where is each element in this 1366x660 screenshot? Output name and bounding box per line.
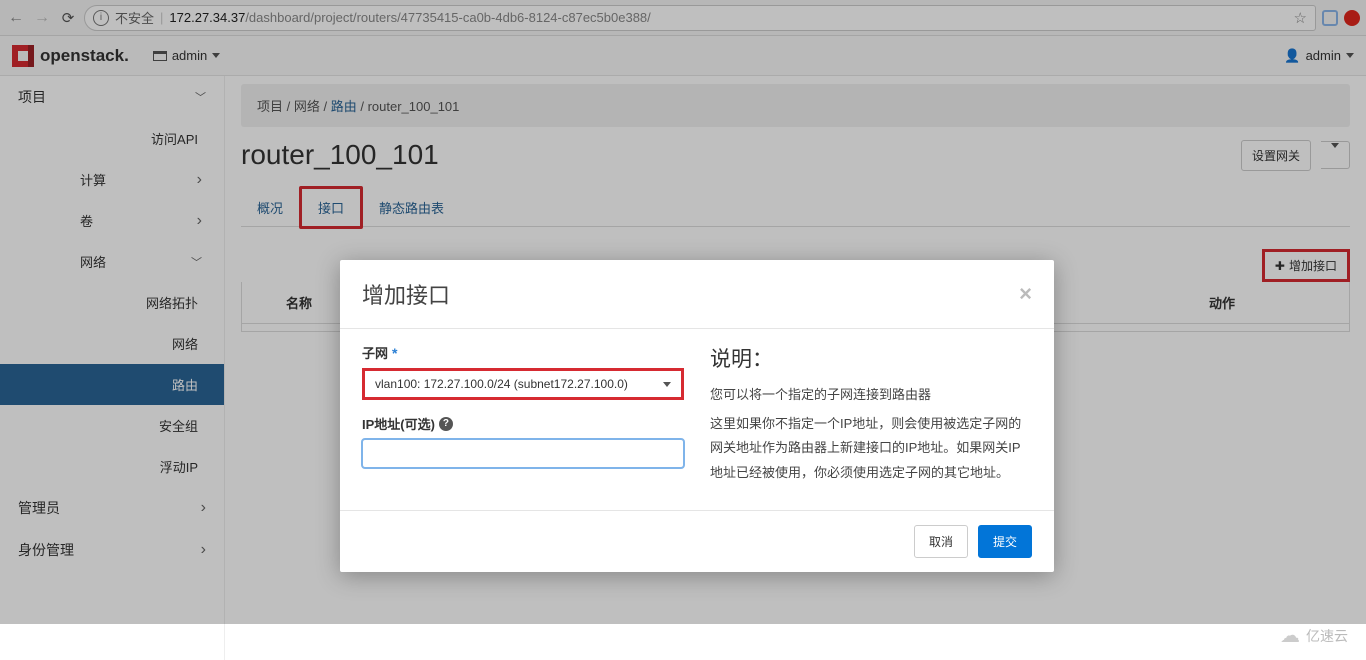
close-icon[interactable]: × [1019, 281, 1032, 307]
subnet-select[interactable]: vlan100: 172.27.100.0/24 (subnet172.27.1… [362, 368, 684, 400]
ip-input[interactable] [362, 439, 684, 468]
description-p2: 这里如果你不指定一个IP地址，则会使用被选定子网的网关地址作为路由器上新建接口的… [710, 412, 1032, 486]
caret-down-icon [663, 382, 671, 387]
add-interface-modal: 增加接口 × 子网* vlan100: 172.27.100.0/24 (sub… [340, 260, 1054, 572]
modal-title: 增加接口 [362, 278, 1019, 310]
required-icon: * [392, 345, 397, 361]
subnet-value: vlan100: 172.27.100.0/24 (subnet172.27.1… [375, 377, 628, 391]
cloud-icon: ☁ [1280, 623, 1300, 648]
subnet-label: 子网* [362, 343, 684, 362]
watermark: ☁ 亿速云 [1280, 623, 1348, 648]
description-p1: 您可以将一个指定的子网连接到路由器 [710, 383, 1032, 408]
description-title: 说明： [710, 343, 1032, 373]
help-icon[interactable]: ? [439, 417, 453, 431]
ip-label: IP地址(可选)? [362, 414, 684, 433]
cancel-button[interactable]: 取消 [914, 525, 968, 558]
submit-button[interactable]: 提交 [978, 525, 1032, 558]
